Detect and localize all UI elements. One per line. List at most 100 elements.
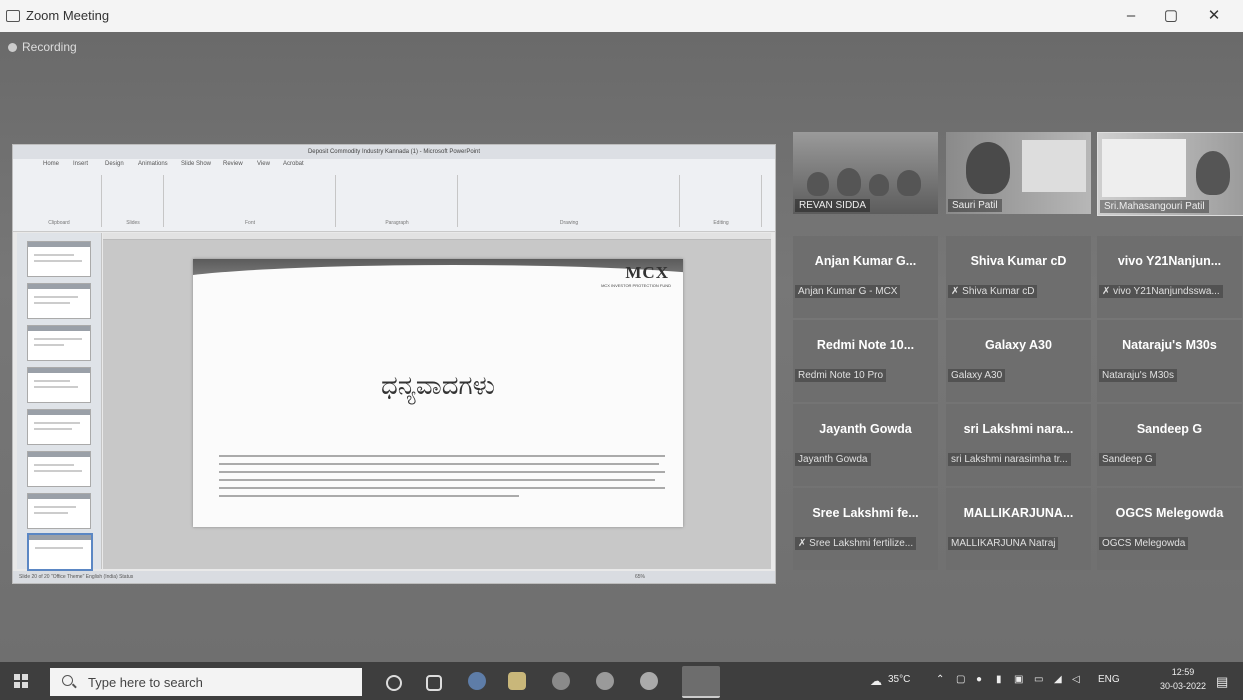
cloud-icon[interactable]: ☁ (870, 674, 882, 688)
slide-disclaimer-text (219, 455, 665, 507)
current-slide: MCX MCX INVESTOR PROTECTION FUND ಧನ್ಯವಾದ… (193, 259, 683, 527)
participant-tile[interactable]: Nataraju's M30s Nataraju's M30s (1097, 320, 1242, 402)
meeting-view: Recording Deposit Commodity Industry Kan… (0, 32, 1243, 662)
video-tile[interactable]: REVAN SIDDA (793, 132, 938, 214)
wifi-icon[interactable]: ◢ (1054, 674, 1062, 685)
slide-thumbnail (27, 451, 91, 487)
participant-tile[interactable]: MALLIKARJUNA... MALLIKARJUNA Natraj (946, 488, 1091, 570)
powerpoint-ribbon: Home Insert Design Animations Slide Show… (13, 159, 775, 232)
participant-label-text: Sree Lakshmi fertilize... (809, 538, 914, 549)
close-button[interactable]: ✕ (1200, 6, 1228, 26)
participant-label-text: sri Lakshmi narasimha tr... (951, 454, 1068, 465)
participant-name: Anjan Kumar G... (814, 254, 917, 268)
windows-taskbar: Type here to search ☁ 35°C ⌃ ▢ ● ▮ ▣ ▭ ◢… (0, 662, 1243, 700)
cortana-icon[interactable] (386, 675, 402, 691)
participant-tile[interactable]: Anjan Kumar G... Anjan Kumar G - MCX (793, 236, 938, 318)
ribbon-tab: Home (43, 161, 60, 167)
participant-tile[interactable]: Shiva Kumar cD ✗ Shiva Kumar cD (946, 236, 1091, 318)
notifications-icon[interactable]: ▤ (1216, 674, 1228, 690)
participant-label-text: vivo Y21Nanjundsswa... (1113, 286, 1220, 297)
participant-tile[interactable]: Redmi Note 10... Redmi Note 10 Pro (793, 320, 938, 402)
video-tile[interactable]: Sauri Patil (946, 132, 1091, 214)
participant-label-text: Shiva Kumar cD (962, 286, 1035, 297)
volume-icon[interactable]: ◁ (1072, 674, 1080, 685)
tray-app-icon[interactable]: ▮ (996, 674, 1002, 685)
maximize-button[interactable]: ▢ (1157, 6, 1185, 26)
participant-name: Redmi Note 10... (816, 338, 915, 352)
powerpoint-statusbar: Slide 20 of 20 "Office Theme" English (I… (13, 571, 775, 583)
language-indicator[interactable]: ENG (1098, 674, 1120, 685)
video-tile-active-speaker[interactable]: Sri.Mahasangouri Patil (1097, 132, 1243, 216)
window-titlebar: Zoom Meeting – ▢ ✕ (0, 0, 1243, 33)
participant-label: sri Lakshmi narasimha tr... (948, 453, 1071, 466)
recording-dot-icon (8, 43, 17, 52)
minimize-button[interactable]: – (1117, 6, 1145, 26)
taskbar-search-box[interactable]: Type here to search (50, 668, 362, 696)
zoom-taskbar-button[interactable] (682, 666, 720, 698)
ribbon-tab: Design (105, 161, 124, 167)
participant-name: Sree Lakshmi fe... (812, 506, 919, 520)
participant-tile[interactable]: OGCS Melegowda OGCS Melegowda (1097, 488, 1242, 570)
participant-label: ✗ Shiva Kumar cD (948, 285, 1038, 298)
task-view-icon[interactable] (426, 675, 442, 691)
participant-name: MALLIKARJUNA... (963, 506, 1074, 520)
battery-icon[interactable]: ▭ (1034, 674, 1043, 685)
participant-tile[interactable]: Galaxy A30 Galaxy A30 (946, 320, 1091, 402)
tray-app-icon[interactable]: ▣ (1014, 674, 1023, 685)
edge-icon[interactable] (468, 672, 486, 690)
chrome-profile-icon[interactable] (640, 672, 658, 690)
slide-thumbnail (27, 367, 91, 403)
video-tile-label: Sauri Patil (948, 199, 1002, 212)
weather-temp[interactable]: 35°C (888, 674, 910, 685)
muted-mic-icon: ✗ (798, 538, 810, 549)
file-explorer-icon[interactable] (508, 672, 526, 690)
slide-thumbnail (27, 325, 91, 361)
participant-name: vivo Y21Nanjun... (1117, 254, 1222, 268)
participant-name: Jayanth Gowda (819, 422, 912, 436)
participant-tile[interactable]: sri Lakshmi nara... sri Lakshmi narasimha… (946, 404, 1091, 486)
chrome-profile-icon[interactable] (596, 672, 614, 690)
ribbon-tab: Review (223, 161, 243, 167)
recording-label: Recording (22, 40, 77, 54)
participant-label: ✗ vivo Y21Nanjundsswa... (1099, 285, 1223, 298)
ribbon-group: Font (165, 175, 336, 227)
shared-screen[interactable]: Deposit Commodity Industry Kannada (1) -… (12, 144, 776, 584)
tray-app-icon[interactable]: ▢ (956, 674, 965, 685)
tray-app-icon[interactable]: ● (976, 674, 982, 685)
participant-label-text: MALLIKARJUNA Natraj (951, 538, 1056, 549)
participant-label-text: Anjan Kumar G - MCX (798, 286, 898, 297)
ribbon-tab: Acrobat (283, 161, 304, 167)
ribbon-group: Slides (103, 175, 164, 227)
participant-tile[interactable]: Sandeep G Sandeep G (1097, 404, 1242, 486)
participant-label: Nataraju's M30s (1099, 369, 1177, 382)
participant-tile[interactable]: Jayanth Gowda Jayanth Gowda (793, 404, 938, 486)
tray-chevron-icon[interactable]: ⌃ (936, 674, 944, 685)
participant-label-text: Galaxy A30 (951, 370, 1003, 381)
participant-tile[interactable]: Sree Lakshmi fe... ✗ Sree Lakshmi fertili… (793, 488, 938, 570)
participant-label: Redmi Note 10 Pro (795, 369, 887, 382)
chrome-icon[interactable] (552, 672, 570, 690)
participant-label-text: Jayanth Gowda (798, 454, 868, 465)
participant-name: OGCS Melegowda (1115, 506, 1224, 520)
slide-canvas: MCX MCX INVESTOR PROTECTION FUND ಧನ್ಯವಾದ… (103, 233, 771, 569)
zoom-level: 65% (634, 574, 645, 580)
recording-indicator[interactable]: Recording (8, 40, 77, 54)
muted-mic-icon: ✗ (1102, 286, 1114, 297)
participant-label: Anjan Kumar G - MCX (795, 285, 901, 298)
participant-label-text: OGCS Melegowda (1102, 538, 1186, 549)
participant-tile[interactable]: vivo Y21Nanjun... ✗ vivo Y21Nanjundsswa..… (1097, 236, 1242, 318)
ribbon-group: Editing (681, 175, 762, 227)
search-placeholder: Type here to search (88, 675, 203, 690)
start-button[interactable] (14, 674, 28, 688)
zoom-app-icon (6, 10, 20, 22)
participant-label: MALLIKARJUNA Natraj (948, 537, 1059, 550)
slide-thumbnails (17, 233, 102, 571)
clock[interactable]: 12:59 30-03-2022 (1160, 665, 1206, 693)
window-title: Zoom Meeting (26, 8, 110, 23)
ribbon-tab: View (257, 161, 270, 167)
participant-label: Galaxy A30 (948, 369, 1006, 382)
participant-name: Nataraju's M30s (1122, 338, 1217, 352)
participant-name: Galaxy A30 (985, 338, 1052, 352)
participant-label: Jayanth Gowda (795, 453, 871, 466)
ribbon-tab: Slide Show (181, 161, 212, 167)
